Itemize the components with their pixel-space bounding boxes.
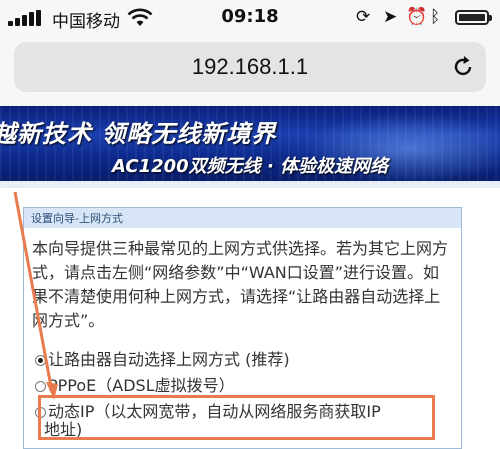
radio-pppoe[interactable] <box>35 381 46 392</box>
banner-slogan: 越新技术 领略无线新境界 <box>0 120 277 148</box>
browser-toolbar: 192.168.1.1 <box>0 34 500 107</box>
rotation-lock-icon: ⟳ <box>356 7 371 27</box>
option-auto[interactable]: 让路由器自动选择上网方式 (推荐) <box>35 346 290 370</box>
panel-title: 设置向导-上网方式 <box>31 212 123 225</box>
radio-auto[interactable] <box>35 355 46 366</box>
panel-header: 设置向导-上网方式 <box>24 208 461 228</box>
router-banner: 越新技术 领略无线新境界 AC1200双频无线 · 体验极速网络 <box>0 106 500 188</box>
option-pppoe-label: PPPoE（ADSL虚拟拨号） <box>48 376 235 395</box>
url-text[interactable]: 192.168.1.1 <box>14 54 486 80</box>
status-bar: 中国移动 09:18 ⟳ ➤ ⏰ ᛒ <box>0 0 500 34</box>
bluetooth-icon: ᛒ <box>430 7 441 27</box>
option-pppoe[interactable]: PPPoE（ADSL虚拟拨号） <box>35 372 235 396</box>
banner-subtitle: AC1200双频无线 · 体验极速网络 <box>112 156 389 177</box>
highlight-box <box>38 395 435 440</box>
option-auto-label: 让路由器自动选择上网方式 (推荐) <box>48 350 290 369</box>
address-bar[interactable]: 192.168.1.1 <box>14 42 486 92</box>
reload-icon[interactable] <box>450 54 476 80</box>
wizard-description: 本向导提供三种最常见的上网方式供选择。若为其它上网方式，请点击左侧“网络参数”中… <box>32 239 449 330</box>
battery-icon <box>455 10 492 25</box>
alarm-icon: ⏰ <box>406 7 428 27</box>
banner-divider <box>0 181 500 188</box>
location-icon: ➤ <box>383 7 398 27</box>
